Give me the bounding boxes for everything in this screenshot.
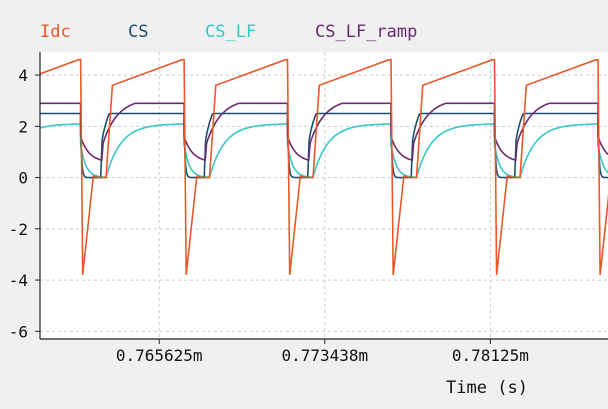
x-axis-label: Time (s) <box>446 378 528 398</box>
y-tick-label-2: 0 <box>18 169 28 188</box>
legend-entry-cs-lf-ramp: CS_LF_ramp <box>315 22 417 42</box>
chart: Idc CS CS_LF CS_LF_ramp 0.765625m 0.773438m 0… <box>0 0 608 409</box>
plot-svg: Idc CS CS_LF CS_LF_ramp 0.765625m 0.773438m 0… <box>9 22 608 398</box>
legend-entry-idc: Idc <box>40 22 71 42</box>
y-tick-label-4: -4 <box>9 271 28 290</box>
legend: Idc CS CS_LF CS_LF_ramp <box>40 22 417 42</box>
y-tick-labels: 4 2 0 -2 -4 -6 <box>9 66 28 341</box>
x-tick-label-0: 0.765625m <box>116 346 203 365</box>
y-tick-label-3: -2 <box>9 220 28 239</box>
y-tick-label-1: 2 <box>18 117 28 136</box>
legend-entry-cs-lf: CS_LF <box>205 22 256 42</box>
x-tick-labels: 0.765625m 0.773438m 0.78125m <box>116 346 529 365</box>
legend-entry-cs: CS <box>128 22 148 42</box>
y-tick-label-5: -6 <box>9 322 28 341</box>
x-tick-label-2: 0.78125m <box>452 346 529 365</box>
y-tick-label-0: 4 <box>18 66 28 85</box>
plot-area <box>40 52 608 339</box>
x-tick-label-1: 0.773438m <box>281 346 368 365</box>
